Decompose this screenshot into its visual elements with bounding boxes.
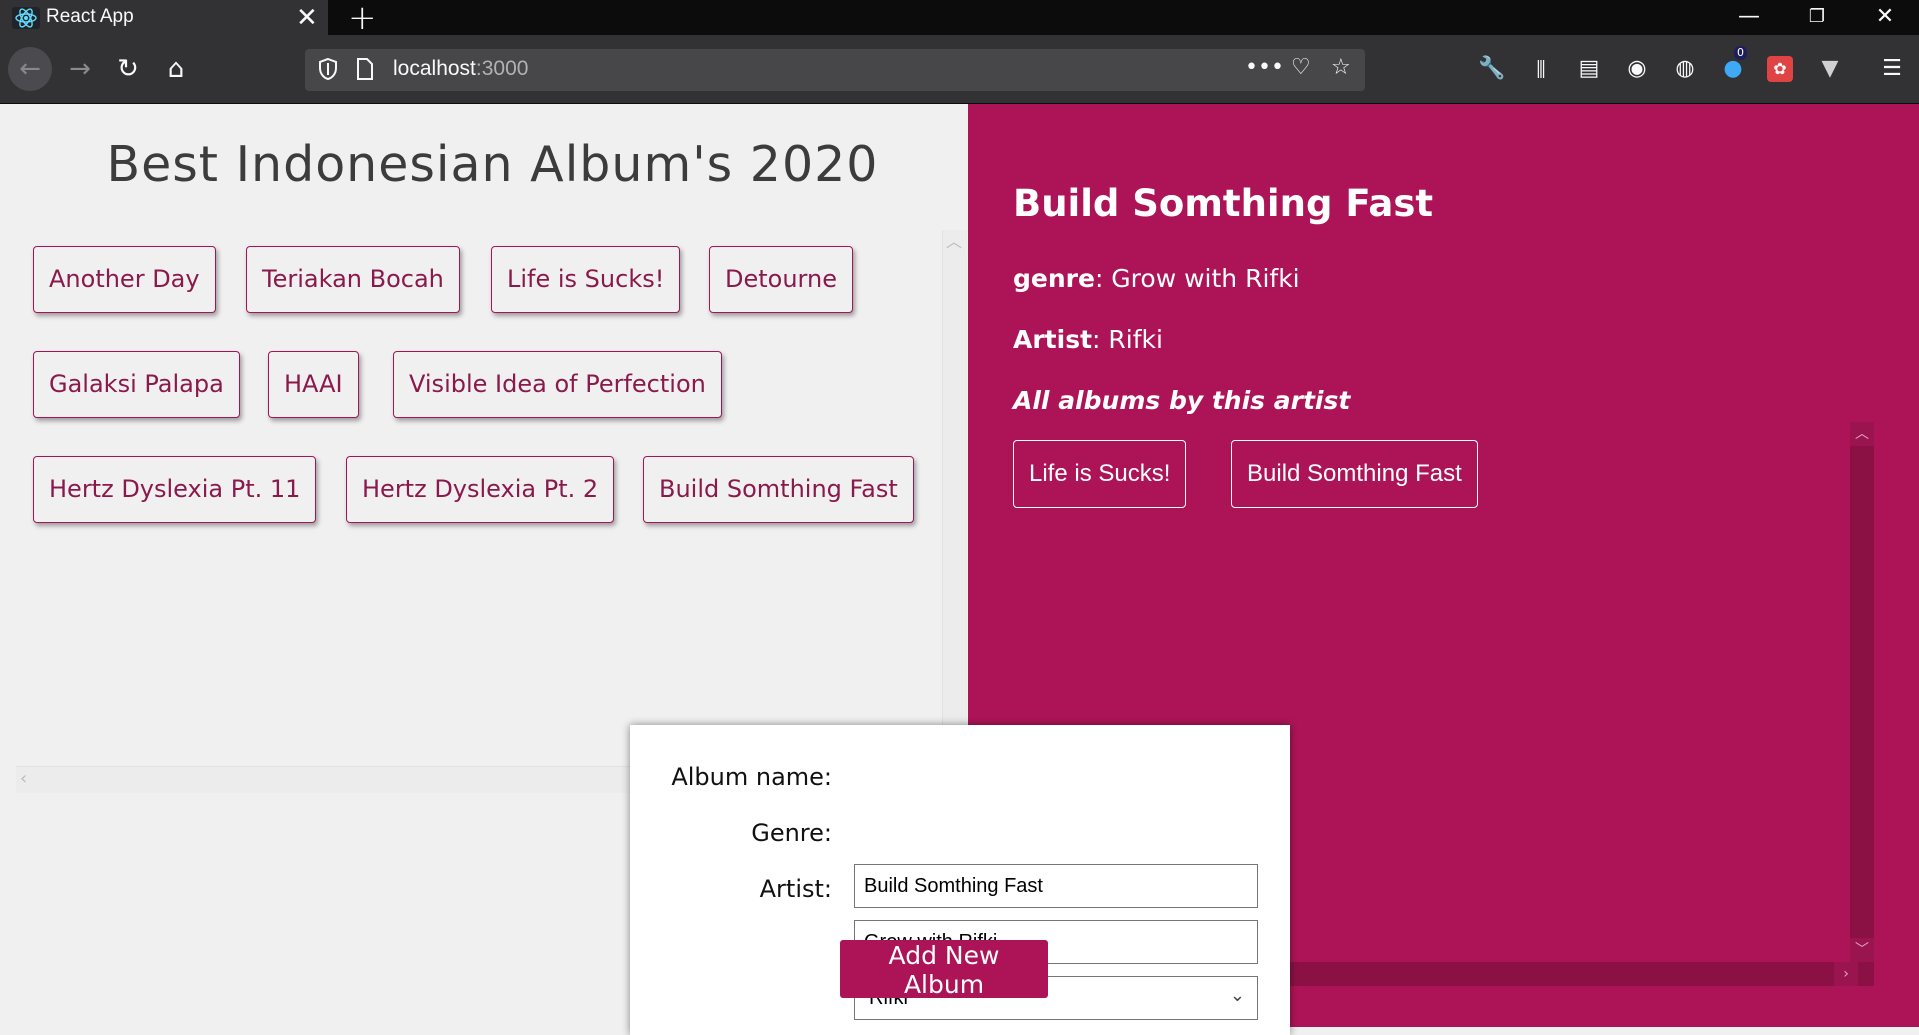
scroll-down-icon[interactable]: ﹀ — [1850, 938, 1874, 962]
detail-vertical-scrollbar[interactable]: ︿ ﹀ — [1850, 422, 1874, 962]
globe-icon[interactable]: ◍ — [1670, 54, 1700, 84]
notification-icon[interactable]: ● 0 — [1718, 46, 1748, 84]
detail-artist: Artist: Rifki — [1013, 325, 1163, 354]
extension-v-icon[interactable]: ▼ — [1815, 54, 1845, 84]
album-button[interactable]: Teriakan Bocah — [246, 246, 460, 313]
sidebar-icon[interactable]: ▤ — [1574, 54, 1604, 84]
more-options-icon[interactable]: ••• — [1245, 55, 1284, 80]
scroll-right-icon[interactable]: › — [1834, 962, 1858, 986]
close-tab-icon[interactable]: ✕ — [296, 3, 318, 33]
account-icon[interactable]: ◉ — [1622, 54, 1652, 84]
album-button[interactable]: Galaksi Palapa — [33, 351, 240, 418]
url-text: localhost:3000 — [393, 57, 529, 80]
forward-icon[interactable]: → — [58, 47, 102, 91]
scroll-up-icon[interactable]: ︿ — [946, 228, 962, 252]
artist-album-button[interactable]: Life is Sucks! — [1013, 440, 1187, 508]
album-button[interactable]: Another Day — [33, 246, 216, 313]
nav-toolbar: ← → ↻ ⌂ localhost:3000 ••• ♡ ☆ 🔧 ⫼ ▤ ◉ ◍… — [0, 35, 1919, 104]
scroll-left-icon[interactable]: ‹ — [20, 768, 27, 789]
album-button[interactable]: Hertz Dyslexia Pt. 11 — [33, 456, 317, 523]
notification-count: 0 — [1734, 46, 1747, 60]
add-new-album-button[interactable]: Add New Album — [840, 940, 1048, 999]
chevron-down-icon: ⌄ — [1229, 985, 1245, 1005]
artist-label: Artist: — [759, 875, 832, 903]
all-albums-heading: All albums by this artist — [1013, 386, 1351, 415]
album-button[interactable]: Build Somthing Fast — [643, 456, 914, 523]
pocket-icon[interactable]: ♡ — [1291, 55, 1311, 80]
album-name-label: Album name: — [671, 763, 832, 791]
page-content: Best Indonesian Album's 2020 Another Day… — [0, 104, 1919, 1035]
detail-title: Build Somthing Fast — [1013, 182, 1434, 225]
album-name-input[interactable] — [854, 864, 1258, 908]
restore-icon[interactable]: ❐ — [1788, 0, 1846, 35]
close-window-icon[interactable]: ✕ — [1856, 0, 1914, 35]
scroll-up-icon[interactable]: ︿ — [1850, 422, 1874, 446]
hamburger-menu-icon[interactable]: ☰ — [1877, 54, 1907, 84]
tab-bar: React App ✕ + — ❐ ✕ — [0, 0, 1919, 38]
album-button[interactable]: Detourne — [709, 246, 853, 313]
browser-tab[interactable]: React App ✕ — [0, 0, 328, 35]
new-tab-icon[interactable]: + — [348, 0, 377, 38]
reload-icon[interactable]: ↻ — [106, 47, 150, 91]
home-icon[interactable]: ⌂ — [154, 47, 198, 91]
album-button[interactable]: HAAI — [268, 351, 359, 418]
url-bar[interactable]: localhost:3000 ••• ♡ ☆ — [305, 49, 1365, 91]
bookmark-star-icon[interactable]: ☆ — [1331, 55, 1351, 80]
shield-icon — [319, 57, 337, 81]
album-button[interactable]: Visible Idea of Perfection — [393, 351, 722, 418]
genre-label: Genre: — [751, 819, 832, 847]
minimize-icon[interactable]: — — [1720, 0, 1778, 35]
extension-icon[interactable]: ✿ — [1767, 56, 1793, 82]
page-info-icon[interactable] — [355, 57, 375, 81]
detail-horizontal-scrollbar[interactable]: › — [1258, 962, 1874, 986]
back-icon[interactable]: ← — [8, 47, 52, 91]
album-button[interactable]: Life is Sucks! — [491, 246, 681, 313]
tab-title: React App — [46, 6, 134, 27]
page-title: Best Indonesian Album's 2020 — [106, 136, 879, 193]
detail-genre: genre: Grow with Rifki — [1013, 264, 1300, 293]
library-icon[interactable]: ⫼ — [1526, 54, 1556, 84]
album-button[interactable]: Hertz Dyslexia Pt. 2 — [346, 456, 615, 523]
react-logo-icon — [12, 7, 40, 29]
artist-album-button[interactable]: Build Somthing Fast — [1231, 440, 1478, 508]
wrench-icon[interactable]: 🔧 — [1477, 54, 1507, 84]
